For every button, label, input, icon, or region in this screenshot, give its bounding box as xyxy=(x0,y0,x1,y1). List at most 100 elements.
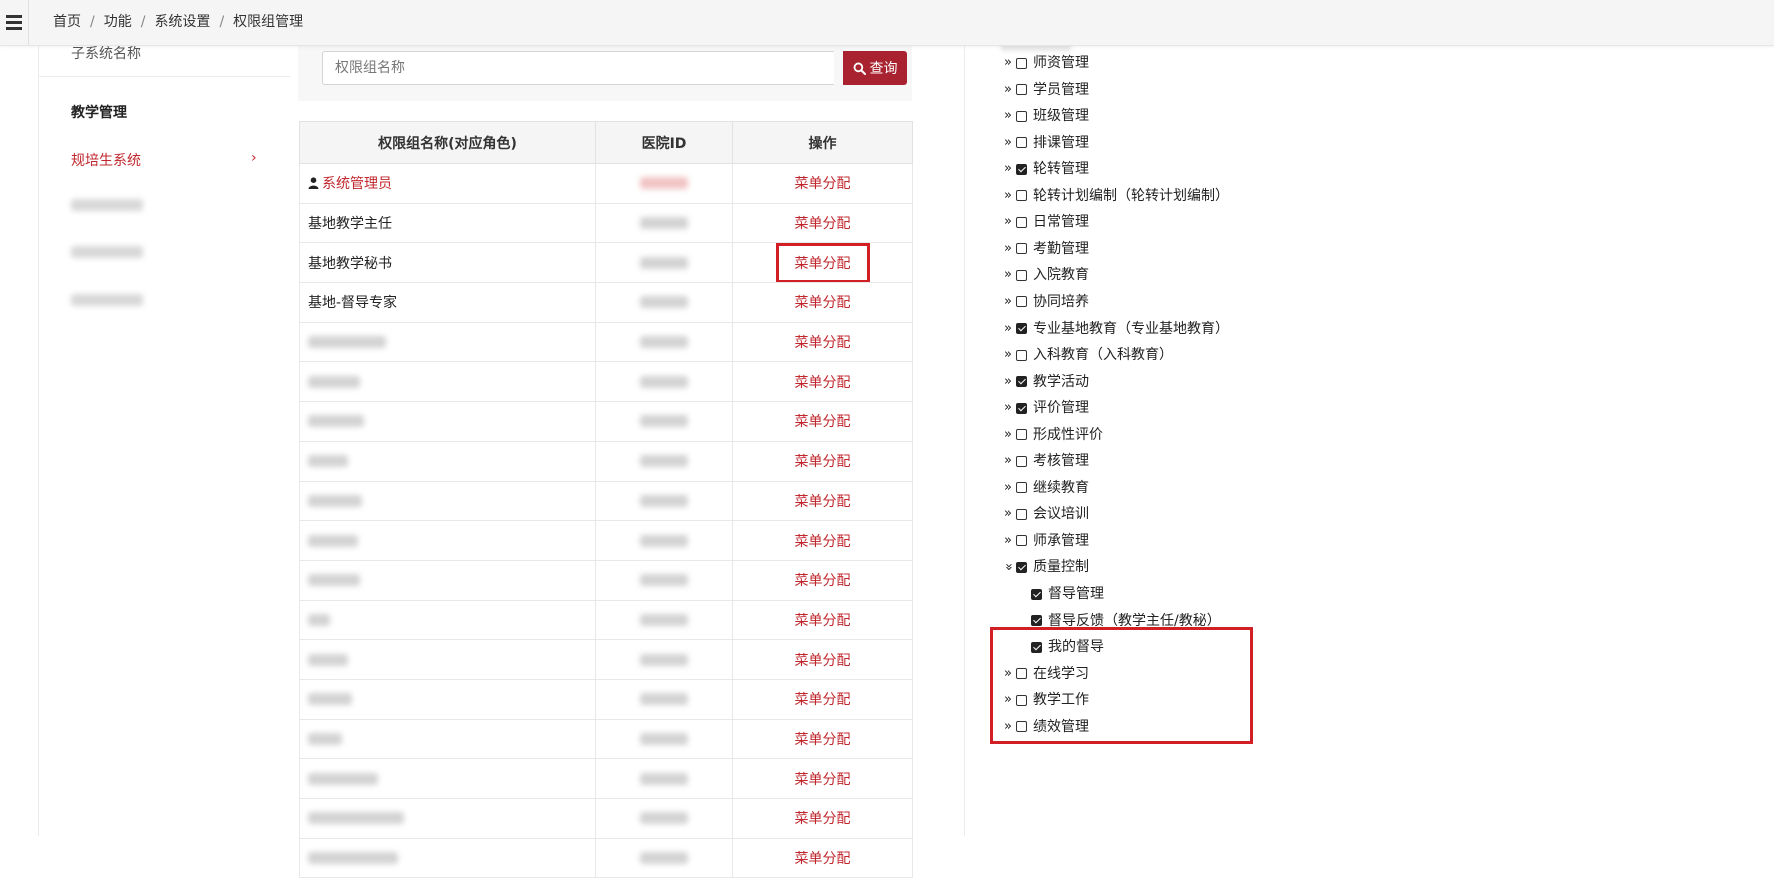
subsystem-item-trainee[interactable]: 规培生系统 xyxy=(71,150,141,170)
menu-assign-link[interactable]: 菜单分配 xyxy=(795,494,851,510)
chevron-double-right-icon[interactable]: » xyxy=(1002,79,1014,101)
checkbox-unchecked[interactable] xyxy=(1016,243,1027,255)
checkbox-checked[interactable] xyxy=(1016,163,1027,175)
menu-assign-link[interactable]: 菜单分配 xyxy=(795,335,851,351)
checkbox-unchecked[interactable] xyxy=(1016,110,1027,122)
chevron-double-right-icon[interactable]: » xyxy=(1002,318,1014,340)
chevron-double-right-icon[interactable]: » xyxy=(1002,344,1014,366)
tree-item[interactable]: » 继续教育 xyxy=(1002,477,1089,499)
checkbox-unchecked[interactable] xyxy=(1016,296,1027,308)
menu-assign-link[interactable]: 菜单分配 xyxy=(795,653,851,669)
tree-item[interactable]: » 日常管理 xyxy=(1002,211,1089,233)
tree-item[interactable]: » 在线学习 xyxy=(1002,663,1089,685)
chevron-double-right-icon[interactable]: » xyxy=(1002,185,1014,207)
checkbox-unchecked[interactable] xyxy=(1016,482,1027,494)
tree-item[interactable]: » 入院教育 xyxy=(1002,264,1089,286)
menu-assign-link[interactable]: 菜单分配 xyxy=(795,811,851,827)
checkbox-checked[interactable] xyxy=(1016,376,1027,388)
chevron-double-right-icon[interactable]: » xyxy=(1002,371,1014,393)
checkbox-checked[interactable] xyxy=(1031,588,1042,600)
checkbox-checked[interactable] xyxy=(1016,402,1027,414)
breadcrumb-home[interactable]: 首页 xyxy=(53,14,81,30)
checkbox-unchecked[interactable] xyxy=(1016,216,1027,228)
tree-item[interactable]: » 形成性评价 xyxy=(1002,424,1103,446)
chevron-double-right-icon[interactable]: » xyxy=(1002,503,1014,525)
checkbox-checked[interactable] xyxy=(1031,641,1042,653)
chevron-double-right-icon[interactable]: » xyxy=(1002,689,1014,711)
tree-item[interactable]: » 入科教育（入科教育） xyxy=(1002,344,1173,366)
chevron-double-right-icon[interactable]: » xyxy=(1002,424,1014,446)
checkbox-unchecked[interactable] xyxy=(1016,508,1027,520)
tree-item[interactable]: » 协同培养 xyxy=(1002,291,1089,313)
chevron-double-right-icon[interactable]: » xyxy=(1002,211,1014,233)
checkbox-unchecked[interactable] xyxy=(1016,269,1027,281)
checkbox-unchecked[interactable] xyxy=(1016,84,1027,96)
subsystem-item-redacted[interactable] xyxy=(71,199,143,211)
menu-assign-link[interactable]: 菜单分配 xyxy=(795,772,851,788)
menu-assign-link[interactable]: 菜单分配 xyxy=(795,176,851,192)
checkbox-unchecked[interactable] xyxy=(1016,721,1027,733)
chevron-double-right-icon[interactable]: » xyxy=(1002,663,1014,685)
checkbox-unchecked[interactable] xyxy=(1016,668,1027,680)
menu-assign-link[interactable]: 菜单分配 xyxy=(795,256,851,272)
tree-item[interactable]: » 会议培训 xyxy=(1002,503,1089,525)
checkbox-checked[interactable] xyxy=(1031,615,1042,627)
chevron-double-right-icon[interactable]: » xyxy=(1002,291,1014,313)
checkbox-unchecked[interactable] xyxy=(1016,694,1027,706)
chevron-double-right-icon[interactable]: » xyxy=(1002,716,1014,738)
tree-item[interactable]: » 专业基地教育（专业基地教育） xyxy=(1002,318,1229,340)
checkbox-checked[interactable] xyxy=(1016,323,1027,334)
tree-item[interactable]: » 教学工作 xyxy=(1002,689,1089,711)
checkbox-unchecked[interactable] xyxy=(1016,57,1027,69)
tree-item[interactable]: » 师承管理 xyxy=(1002,530,1089,552)
tree-item[interactable]: » 排课管理 xyxy=(1002,132,1089,154)
checkbox-unchecked[interactable] xyxy=(1016,455,1027,467)
chevron-double-right-icon[interactable]: » xyxy=(1002,238,1014,260)
tree-item[interactable]: » 轮转管理 xyxy=(1002,158,1089,180)
tree-item[interactable]: » 轮转计划编制（轮转计划编制） xyxy=(1002,185,1229,207)
menu-assign-link[interactable]: 菜单分配 xyxy=(795,851,851,867)
menu-assign-link[interactable]: 菜单分配 xyxy=(795,573,851,589)
menu-assign-link[interactable]: 菜单分配 xyxy=(795,692,851,708)
menu-assign-link[interactable]: 菜单分配 xyxy=(795,732,851,748)
menu-assign-link[interactable]: 菜单分配 xyxy=(795,375,851,391)
menu-assign-link[interactable]: 菜单分配 xyxy=(795,534,851,550)
tree-item[interactable]: » 班级管理 xyxy=(1002,105,1089,127)
checkbox-unchecked[interactable] xyxy=(1016,429,1027,441)
menu-assign-link[interactable]: 菜单分配 xyxy=(795,454,851,470)
chevron-double-right-icon[interactable]: » xyxy=(1002,52,1014,74)
chevron-double-right-icon[interactable]: » xyxy=(1002,397,1014,419)
subsystem-item-redacted[interactable] xyxy=(71,294,143,306)
hamburger-menu-icon[interactable] xyxy=(0,0,28,45)
checkbox-checked[interactable] xyxy=(1016,561,1027,573)
tree-item[interactable]: » 评价管理 xyxy=(1002,397,1089,419)
checkbox-unchecked[interactable] xyxy=(1016,349,1027,361)
chevron-double-right-icon[interactable]: » xyxy=(1002,450,1014,472)
subsystem-item-redacted[interactable] xyxy=(71,246,143,258)
chevron-double-right-icon[interactable]: » xyxy=(1002,530,1014,552)
tree-item[interactable]: » 考核管理 xyxy=(1002,450,1089,472)
tree-item[interactable]: » 学员管理 xyxy=(1002,79,1089,101)
chevron-double-right-icon[interactable]: » xyxy=(1002,158,1014,180)
tree-item[interactable]: » 师资管理 xyxy=(1002,52,1089,74)
menu-assign-link[interactable]: 菜单分配 xyxy=(795,613,851,629)
menu-assign-link[interactable]: 菜单分配 xyxy=(795,414,851,430)
tree-item[interactable]: » 绩效管理 xyxy=(1002,716,1089,738)
tree-item[interactable]: » 考勤管理 xyxy=(1002,238,1089,260)
tree-child-item[interactable]: 我的督导 xyxy=(1031,636,1104,658)
chevron-double-right-icon[interactable]: » xyxy=(1002,132,1014,154)
checkbox-unchecked[interactable] xyxy=(1016,535,1027,547)
menu-assign-link[interactable]: 菜单分配 xyxy=(795,216,851,232)
breadcrumb-function[interactable]: 功能 xyxy=(104,14,132,30)
breadcrumb-system-settings[interactable]: 系统设置 xyxy=(154,14,210,30)
chevron-double-right-icon[interactable]: » xyxy=(1002,264,1014,286)
menu-assign-link[interactable]: 菜单分配 xyxy=(795,295,851,311)
subsystem-group-teaching[interactable]: 教学管理 xyxy=(71,102,127,122)
tree-item[interactable]: » 教学活动 xyxy=(1002,371,1089,393)
role-name-search-input[interactable] xyxy=(322,51,834,85)
tree-item[interactable]: » 质量控制 xyxy=(1001,556,1089,578)
checkbox-unchecked[interactable] xyxy=(1016,190,1027,202)
tree-child-item[interactable]: 督导管理 xyxy=(1031,583,1104,605)
chevron-double-right-icon[interactable]: » xyxy=(1002,105,1014,127)
checkbox-unchecked[interactable] xyxy=(1016,137,1027,149)
